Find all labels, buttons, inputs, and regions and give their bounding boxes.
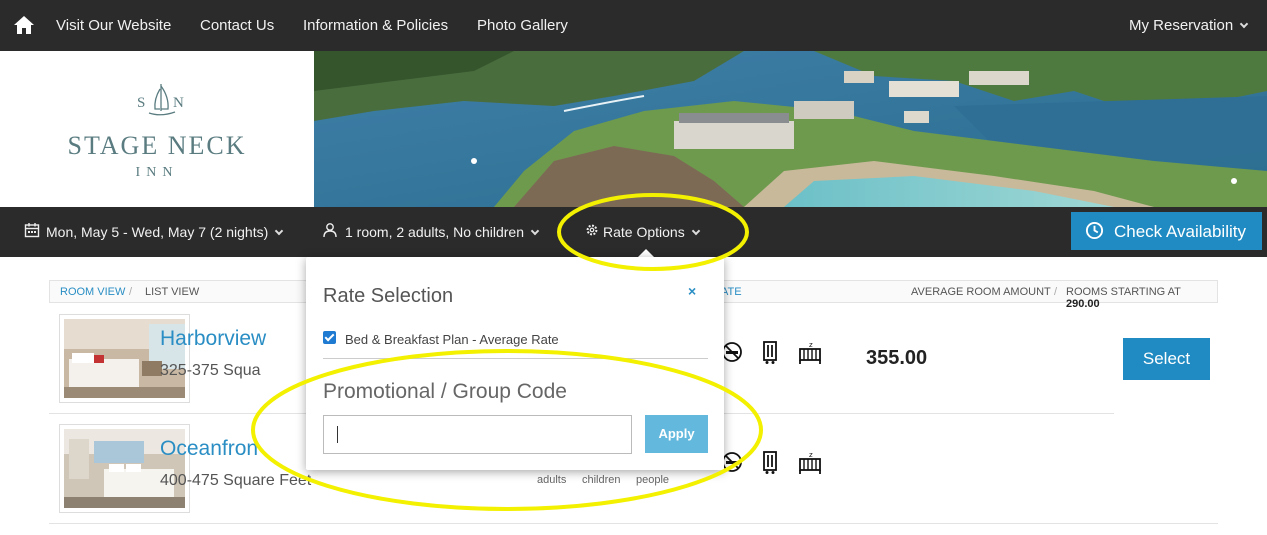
calendar-icon — [24, 223, 40, 238]
room-name-link[interactable]: Harborview — [160, 327, 266, 351]
room-size: 400-475 Square Feet — [160, 472, 312, 489]
promo-code-input[interactable] — [323, 415, 632, 454]
row-divider — [49, 523, 1218, 524]
dates-label: Mon, May 5 - Wed, May 7 (2 nights) — [46, 224, 269, 240]
select-room-button[interactable]: Select — [1123, 338, 1210, 380]
rooms-starting-label: ROOMS STARTING AT — [1066, 286, 1181, 298]
logo[interactable]: S N STAGE NECK INN — [0, 51, 314, 207]
rate-options-label: Rate Options — [603, 224, 685, 240]
guests-icon — [323, 223, 337, 238]
sailboat-logo-icon: S N — [137, 84, 184, 116]
list-view-link[interactable]: LIST VIEW — [145, 286, 199, 298]
svg-text:N: N — [173, 95, 184, 111]
room-name-link[interactable]: Oceanfron — [160, 437, 258, 461]
chevron-down-icon — [275, 226, 284, 236]
apply-button[interactable]: Apply — [645, 415, 708, 453]
svg-text:z: z — [809, 341, 813, 349]
rate-options-dropdown[interactable]: Rate Options — [603, 224, 700, 240]
guests-dropdown[interactable]: 1 room, 2 adults, No children — [345, 224, 540, 240]
gear-icon — [586, 224, 598, 236]
dates-dropdown[interactable]: Mon, May 5 - Wed, May 7 (2 nights) — [46, 224, 284, 240]
room-size: 325-375 Squa — [160, 362, 261, 379]
logo-name: STAGE NECK — [67, 131, 247, 160]
occupancy-children-label: children — [582, 474, 621, 486]
svg-text:S: S — [137, 95, 145, 111]
occupancy-adults-label: adults — [537, 474, 567, 486]
rate-options-popover: Rate Selection × Bed & Breakfast Plan - … — [306, 257, 724, 470]
my-reservation-menu[interactable]: My Reservation — [1129, 17, 1249, 34]
chevron-down-icon — [530, 226, 540, 236]
close-icon[interactable]: × — [688, 283, 696, 299]
guests-label: 1 room, 2 adults, No children — [345, 224, 524, 240]
popover-divider — [323, 358, 708, 359]
breadcrumb-separator: / — [129, 286, 133, 298]
booking-page: Visit Our Website Contact Us Information… — [0, 0, 1267, 535]
room-view-link[interactable]: ROOM VIEW — [60, 286, 125, 298]
luggage-icon — [763, 451, 777, 474]
rate-selection-title: Rate Selection — [323, 285, 454, 307]
breadcrumb-separator: / — [1054, 286, 1058, 298]
rate-view-link[interactable]: ATE — [721, 286, 742, 298]
chevron-down-icon — [691, 226, 700, 236]
my-reservation-label: My Reservation — [1129, 17, 1234, 34]
check-availability-button[interactable]: Check Availability — [1071, 212, 1262, 250]
check-availability-label: Check Availability — [1114, 222, 1246, 241]
nav-link-photo-gallery[interactable]: Photo Gallery — [477, 17, 568, 34]
text-cursor — [337, 426, 338, 443]
luggage-icon — [763, 341, 777, 364]
nav-link-contact-us[interactable]: Contact Us — [200, 17, 274, 34]
promo-code-heading: Promotional / Group Code — [323, 380, 567, 403]
hero-aerial-photo — [314, 51, 1267, 207]
rate-plan-label[interactable]: Bed & Breakfast Plan - Average Rate — [345, 332, 559, 347]
svg-text:z: z — [809, 451, 813, 459]
home-icon[interactable] — [13, 15, 35, 35]
crib-icon: z — [799, 341, 821, 364]
rate-plan-checkbox[interactable] — [323, 331, 336, 344]
clock-icon — [1085, 221, 1104, 240]
average-room-amount-label[interactable]: AVERAGE ROOM AMOUNT — [911, 286, 1051, 298]
occupancy-people-label: people — [636, 474, 670, 486]
chevron-down-icon — [1239, 19, 1249, 29]
top-navigation: Visit Our Website Contact Us Information… — [0, 0, 1267, 51]
nav-link-information-policies[interactable]: Information & Policies — [303, 17, 448, 34]
logo-subtitle: INN — [135, 165, 179, 180]
room-price: 355.00 — [866, 347, 928, 369]
nav-link-visit-website[interactable]: Visit Our Website — [56, 17, 171, 34]
crib-icon: z — [799, 451, 821, 474]
